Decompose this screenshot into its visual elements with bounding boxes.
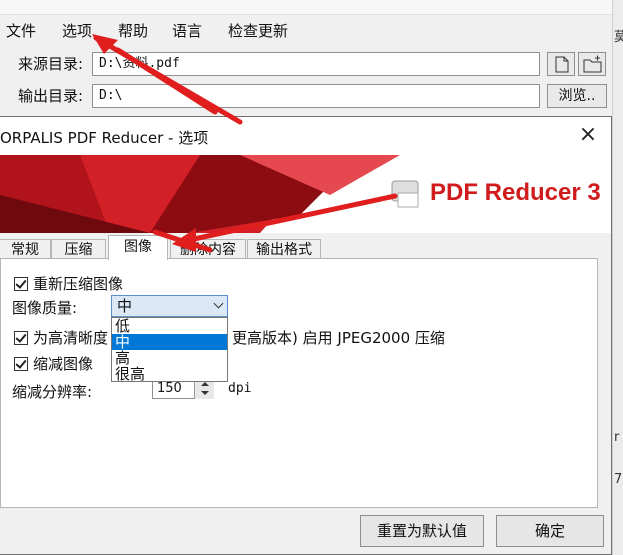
quality-option-high[interactable]: 高	[112, 350, 227, 366]
brand-name: PDF Reducer	[430, 179, 581, 206]
brand-banner: PDF Reducer 3	[0, 155, 611, 233]
window-top-edge	[0, 0, 612, 15]
menu-file[interactable]: 文件	[6, 20, 36, 41]
quality-option-very-high[interactable]: 很高	[112, 366, 227, 382]
close-icon[interactable]: ×	[570, 119, 606, 151]
output-dir-label: 输出目录:	[18, 87, 84, 105]
options-dialog: ORPALIS PDF Reducer - 选项 × PDF Reducer 3…	[0, 116, 612, 555]
output-dir-input[interactable]: D:\	[92, 84, 540, 108]
add-file-icon	[555, 56, 569, 73]
printer-icon	[391, 180, 419, 208]
source-dir-input[interactable]: D:\资料.pdf	[92, 52, 540, 76]
tab-remove-content[interactable]: 删除内容	[170, 239, 246, 259]
jpeg2000-label-suffix: 更高版本) 启用 JPEG2000 压缩	[232, 329, 445, 347]
menu-help[interactable]: 帮助	[118, 20, 148, 41]
dialog-title: ORPALIS PDF Reducer - 选项	[0, 129, 209, 147]
reset-defaults-button[interactable]: 重置为默认值	[360, 515, 484, 547]
tab-strip: 常规 压缩 图像 删除内容 输出格式	[0, 233, 611, 260]
menu-check-update[interactable]: 检查更新	[228, 20, 288, 41]
edge-fragment-3: 7	[614, 472, 623, 487]
chevron-down-icon	[213, 298, 224, 309]
browse-button[interactable]: 浏览..	[547, 84, 607, 108]
quality-dropdown-list: 低 中 高 很高	[111, 317, 228, 382]
source-dir-label: 来源目录:	[18, 55, 84, 73]
recompress-label: 重新压缩图像	[33, 275, 124, 293]
resolution-label: 缩减分辨率:	[12, 383, 93, 401]
background-window-edge: 莫 r 7	[612, 0, 623, 555]
resolution-stepper[interactable]	[194, 379, 214, 399]
quality-select[interactable]: 中	[111, 295, 228, 317]
add-folder-button[interactable]	[578, 52, 606, 76]
menu-bar: 文件 选项 帮助 语言 检查更新	[0, 14, 612, 44]
quality-option-low[interactable]: 低	[112, 318, 227, 334]
quality-selected-value: 中	[117, 297, 133, 315]
edge-fragment-1: 莫	[614, 30, 623, 45]
jpeg2000-checkbox[interactable]	[14, 331, 28, 345]
recompress-checkbox[interactable]	[14, 277, 28, 291]
menu-options[interactable]: 选项	[62, 20, 92, 41]
tab-general[interactable]: 常规	[0, 239, 51, 259]
menu-language[interactable]: 语言	[172, 20, 202, 41]
brand-logo: PDF Reducer 3	[430, 179, 601, 207]
brand-version: 3	[587, 179, 601, 206]
quality-label: 图像质量:	[12, 299, 78, 317]
add-file-button[interactable]	[547, 52, 575, 76]
tab-output-format[interactable]: 输出格式	[247, 239, 321, 259]
downsample-label: 缩减图像	[33, 355, 94, 373]
dialog-titlebar: ORPALIS PDF Reducer - 选项 ×	[0, 117, 611, 155]
tab-images[interactable]: 图像	[108, 235, 168, 260]
edge-fragment-2: r	[614, 430, 620, 445]
downsample-checkbox[interactable]	[14, 357, 28, 371]
add-folder-icon	[583, 55, 602, 73]
ok-button[interactable]: 确定	[496, 515, 604, 547]
jpeg2000-label-prefix: 为高清晰度	[33, 329, 109, 347]
tab-compression[interactable]: 压缩	[51, 239, 106, 259]
quality-option-medium[interactable]: 中	[112, 334, 227, 350]
resolution-unit: dpi	[228, 381, 252, 396]
